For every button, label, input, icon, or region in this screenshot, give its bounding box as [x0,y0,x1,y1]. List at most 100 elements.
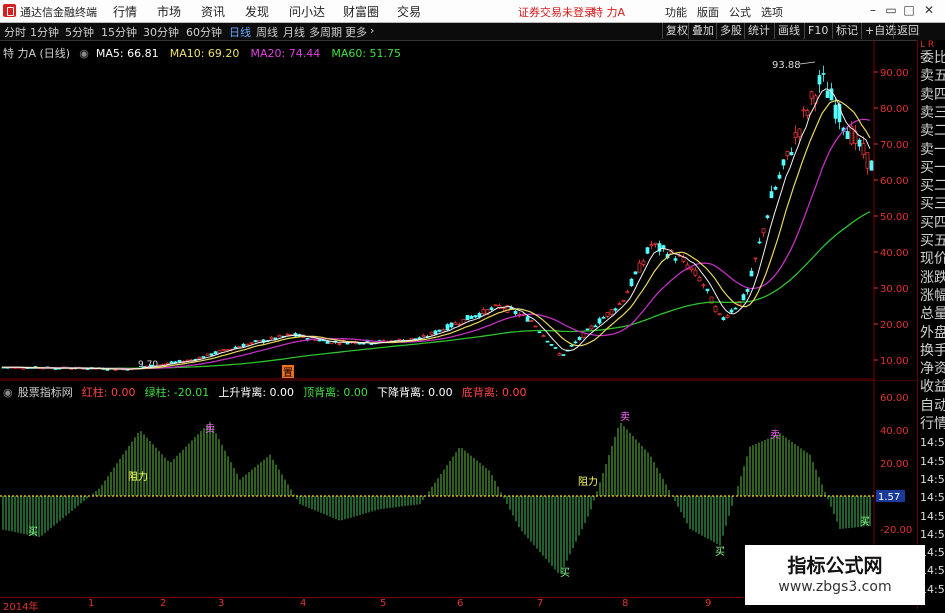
sidebar-item[interactable]: 委比 [920,50,945,67]
candle [381,339,386,342]
menu-function[interactable]: 功能 [665,4,687,20]
sidebar-item[interactable]: 卖三 [920,105,945,122]
candle [717,313,722,316]
sidebar-item[interactable]: 涨跌 [920,270,945,287]
sidebar-item[interactable]: 现价 [920,251,945,268]
restore-icon[interactable]: ▭ [884,3,898,17]
candle [561,354,566,356]
candle [693,269,698,276]
sidebar-item[interactable]: 14:50 [920,489,945,506]
x-axis-label: 1 [88,598,95,609]
sidebar-item[interactable]: 14:50 [920,526,945,543]
minimize-icon[interactable]: – [866,3,880,17]
sidebar-item[interactable]: 外盘 [920,325,945,342]
menu-trade[interactable]: 交易 [397,3,421,20]
sidebar-item[interactable]: 净资 [920,361,945,378]
menu-news[interactable]: 资讯 [201,3,225,20]
candle [325,340,330,344]
close-icon[interactable]: ✕ [922,3,936,17]
candle [197,356,202,360]
sidebar-item[interactable]: 收益 [920,379,945,396]
period-tick[interactable]: 分时 [4,24,26,40]
candle [597,318,602,324]
candle [221,349,226,351]
sidebar-header: L R [920,40,935,50]
menu-options[interactable]: 选项 [761,4,783,20]
btn-stats[interactable]: 统计 [744,23,773,39]
sidebar-item[interactable]: 卖二 [920,123,945,140]
y-tick-label: 10.00 [880,356,909,367]
menu-layout[interactable]: 版面 [697,4,719,20]
chevron-right-icon[interactable]: › [370,24,374,37]
sidebar-item[interactable]: 14:50 [920,471,945,488]
watermark-title: 指标公式网 [787,555,883,577]
candle [433,330,438,335]
sidebar-item[interactable]: 行情 [920,416,945,433]
x-axis-label: 5 [380,598,387,609]
candle [569,344,574,347]
sidebar-item[interactable]: 自动 [920,398,945,415]
period-60min[interactable]: 60分钟 [186,24,222,40]
candle [585,328,590,331]
y-tick-label: 30.00 [880,284,909,295]
menu-quotes[interactable]: 行情 [113,3,137,20]
candlestick-chart[interactable]: 93.88 9.70 置 90.00 80.00 70.00 60.00 50.00 40… [0,40,917,380]
btn-adjust[interactable]: 复权 [662,23,691,39]
sidebar-item[interactable]: 卖五 [920,68,945,85]
sidebar-item[interactable]: 买三 [920,196,945,213]
sidebar-item[interactable]: 卖一 [920,142,945,159]
menu-formula[interactable]: 公式 [729,4,751,20]
period-15min[interactable]: 15分钟 [101,24,137,40]
btn-draw[interactable]: 画线 [774,23,803,39]
signal-label-buy: 买 [560,567,570,579]
candle [761,228,766,234]
sidebar-item[interactable]: 14:50 [920,434,945,451]
period-multi[interactable]: 多周期 [309,24,342,40]
period-monthly[interactable]: 月线 [283,24,305,40]
period-more[interactable]: 更多 [345,24,367,40]
sidebar-item[interactable]: 买四 [920,215,945,232]
maximize-icon[interactable]: □ [902,3,916,17]
candle [545,340,550,343]
sidebar-item[interactable]: 总量 [920,306,945,323]
marker-label: 置 [283,367,293,379]
candle [481,309,486,315]
indicator-y-tick: 20.00 [880,459,909,470]
candle [177,360,182,363]
candle [537,331,542,334]
sidebar-item[interactable]: 买一 [920,160,945,177]
sidebar-item[interactable]: 14:50 [920,453,945,470]
period-30min[interactable]: 30分钟 [143,24,179,40]
candle [593,325,598,328]
candle [269,336,274,339]
candle [169,361,174,364]
btn-back[interactable]: 返回 [893,23,922,39]
sidebar-item[interactable]: 买五 [920,233,945,250]
candle [745,289,750,292]
sidebar-item[interactable]: 涨幅 [920,288,945,305]
candle [573,341,578,344]
menu-wealth[interactable]: 财富圈 [343,3,379,20]
sidebar-item[interactable]: 换手 [920,343,945,360]
candle [681,257,686,262]
menu-discover[interactable]: 发现 [245,3,269,20]
login-notice[interactable]: 证券交易未登录 [518,4,595,20]
period-1min[interactable]: 1分钟 [30,24,59,40]
btn-overlay[interactable]: 叠加 [688,23,717,39]
btn-f10[interactable]: F10 [804,23,831,39]
period-weekly[interactable]: 周线 [256,24,278,40]
sidebar-item[interactable]: 14:50 [920,508,945,525]
menu-ask[interactable]: 问小达 [289,3,325,20]
period-daily[interactable]: 日线 [229,24,251,40]
btn-mark[interactable]: 标记 [832,23,861,39]
sidebar-item[interactable]: 买二 [920,178,945,195]
menu-market[interactable]: 市场 [157,3,181,20]
btn-multi-stock[interactable]: 多股 [716,23,745,39]
candle [857,139,862,147]
period-5min[interactable]: 5分钟 [65,24,94,40]
candle [865,152,870,169]
x-axis-label: 4 [300,598,307,609]
period-toolbar: 分时 1分钟 5分钟 15分钟 30分钟 60分钟 日线 周线 月线 多周期 更… [0,23,945,41]
sidebar-item[interactable]: 卖四 [920,87,945,104]
candle [633,271,638,275]
